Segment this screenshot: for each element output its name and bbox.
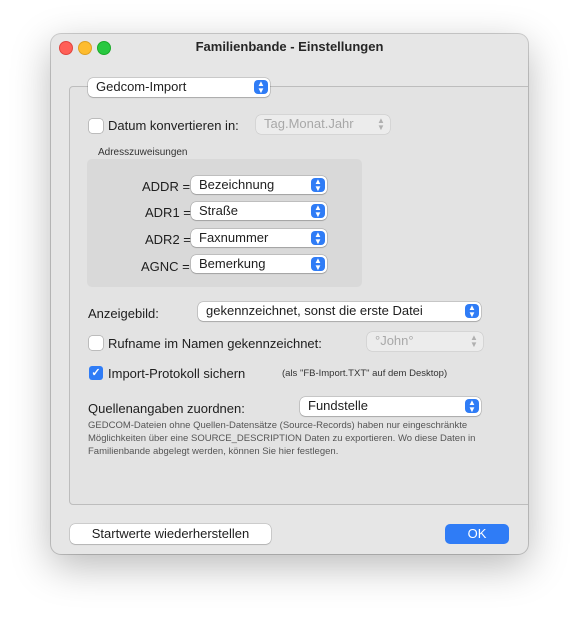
- popup-arrows-icon: ▲ ▼: [470, 333, 478, 349]
- section-popup-value: Gedcom-Import: [96, 79, 187, 94]
- date-convert-checkbox[interactable]: [89, 119, 103, 133]
- reset-defaults-button[interactable]: Startwerte wiederherstellen: [70, 524, 271, 544]
- import-log-note: (als "FB-Import.TXT" auf dem Desktop): [282, 368, 448, 379]
- window-title: Familienbande - Einstellungen: [195, 39, 384, 54]
- call-name-label: Rufname im Namen gekennzeichnet:: [108, 336, 322, 351]
- sources-description-line-2: Möglichkeiten über eine SOURCE_DESCRIPTI…: [88, 433, 476, 444]
- popup-arrows-icon: ▲ ▼: [254, 80, 268, 95]
- sources-label: Quellenangaben zuordnen:: [88, 401, 245, 416]
- popup-arrows-icon: ▲ ▼: [465, 399, 479, 414]
- call-name-value: °John°: [375, 333, 414, 348]
- section-popup[interactable]: Gedcom-Import ▲ ▼: [88, 78, 270, 97]
- sources-value: Fundstelle: [308, 398, 368, 413]
- date-format-popup[interactable]: Tag.Monat.Jahr ▲ ▼: [256, 115, 390, 134]
- display-image-popup[interactable]: gekennzeichnet, sonst die erste Datei ▲ ▼: [198, 302, 481, 321]
- address-section-title: Adresszuweisungen: [98, 147, 188, 158]
- preferences-window: Familienbande - Einstellungen Gedcom-Imp…: [51, 34, 528, 554]
- address-popup-adr2[interactable]: Faxnummer ▲ ▼: [191, 229, 327, 247]
- address-popup-adr1[interactable]: Straße ▲ ▼: [191, 202, 327, 220]
- address-key-addr: ADDR =: [142, 179, 191, 194]
- zoom-window-button[interactable]: [97, 41, 111, 55]
- popup-arrows-icon: ▲ ▼: [311, 257, 325, 272]
- address-key-adr1: ADR1 =: [145, 205, 191, 220]
- date-format-value: Tag.Monat.Jahr: [264, 116, 354, 131]
- sources-description-line-1: GEDCOM-Dateien ohne Quellen-Datensätze (…: [88, 420, 468, 431]
- sources-popup[interactable]: Fundstelle ▲ ▼: [300, 397, 481, 416]
- address-key-agnc: AGNC =: [141, 259, 190, 274]
- ok-button[interactable]: OK: [445, 524, 509, 544]
- display-image-label: Anzeigebild:: [88, 306, 159, 321]
- address-popup-value: Faxnummer: [199, 230, 269, 245]
- address-popup-value: Straße: [199, 203, 239, 218]
- address-popup-value: Bezeichnung: [199, 177, 275, 192]
- address-popup-value: Bemerkung: [199, 256, 266, 271]
- import-log-label: Import-Protokoll sichern: [108, 366, 246, 381]
- popup-arrows-icon: ▲ ▼: [311, 178, 325, 193]
- address-popup-addr[interactable]: Bezeichnung ▲ ▼: [191, 176, 327, 194]
- sources-description-line-3: Familienbande abgelegt werden, können Si…: [88, 446, 339, 457]
- popup-arrows-icon: ▲ ▼: [311, 204, 325, 219]
- call-name-checkbox[interactable]: [89, 336, 103, 350]
- checkmark-icon: ✓: [91, 367, 101, 379]
- address-popup-agnc[interactable]: Bemerkung ▲ ▼: [191, 255, 327, 273]
- call-name-popup[interactable]: °John° ▲ ▼: [367, 332, 483, 351]
- minimize-window-button[interactable]: [78, 41, 92, 55]
- popup-arrows-icon: ▲ ▼: [311, 231, 325, 246]
- popup-arrows-icon: ▲ ▼: [465, 304, 479, 319]
- address-key-adr2: ADR2 =: [145, 232, 191, 247]
- date-convert-label: Datum konvertieren in:: [108, 118, 239, 133]
- import-log-checkbox[interactable]: ✓: [89, 366, 103, 380]
- display-image-value: gekennzeichnet, sonst die erste Datei: [206, 303, 423, 318]
- close-window-button[interactable]: [59, 41, 73, 55]
- popup-arrows-icon: ▲ ▼: [377, 116, 385, 132]
